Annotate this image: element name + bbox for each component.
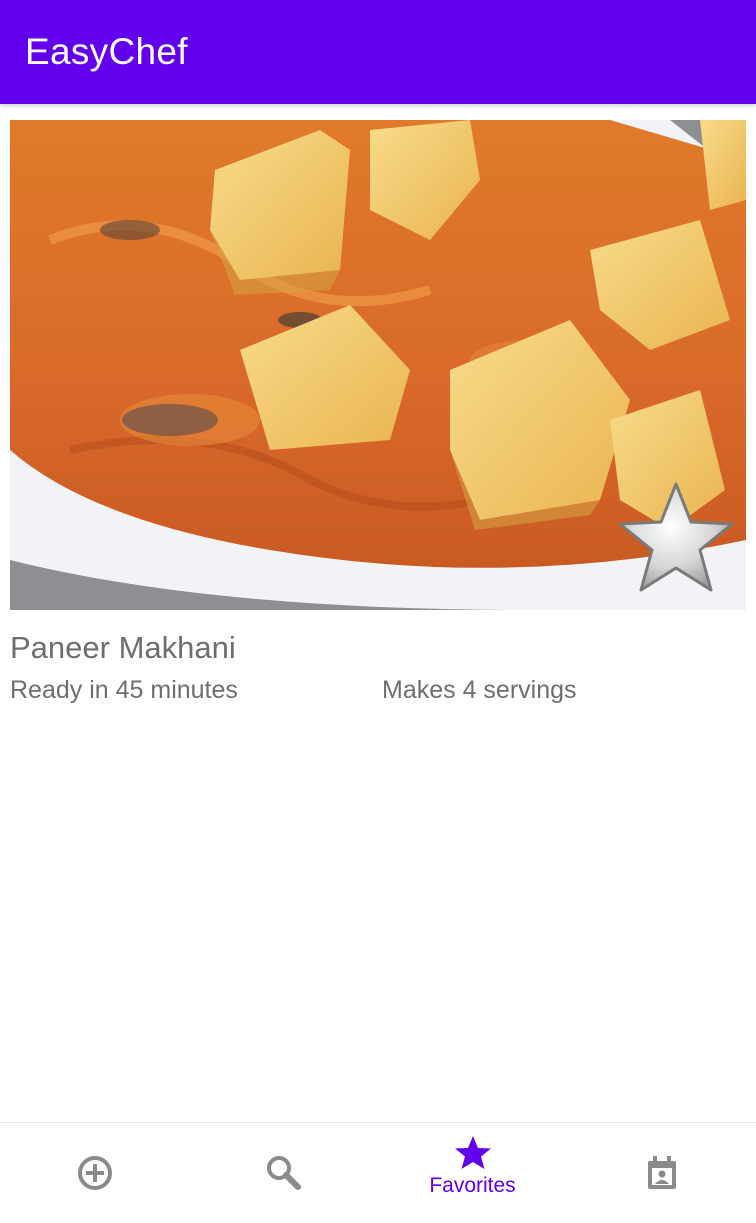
star-icon	[454, 1136, 491, 1169]
ready-time-text: Ready in 45 minutes	[10, 676, 238, 704]
app-title: EasyChef	[25, 31, 188, 72]
top-app-bar: EasyChef	[0, 0, 756, 104]
recipe-meta: Ready in 45 minutes Makes 4 servings	[10, 676, 746, 716]
nav-item-add[interactable]	[0, 1123, 189, 1223]
nav-item-planner[interactable]	[567, 1123, 756, 1223]
app-screen: EasyChef Paneer Makhani Ready in 45 minu…	[0, 0, 756, 1223]
nav-item-search[interactable]	[189, 1123, 378, 1223]
recipe-card[interactable]: Paneer Makhani Ready in 45 minutes Makes…	[10, 120, 746, 716]
recipe-image[interactable]	[10, 120, 746, 610]
recipe-title: Paneer Makhani	[10, 630, 236, 665]
nav-item-favorites[interactable]: Favorites	[378, 1123, 567, 1223]
servings-text: Makes 4 servings	[382, 676, 577, 704]
favorite-star-icon[interactable]	[616, 480, 736, 596]
search-icon	[266, 1156, 301, 1190]
calendar-icon	[647, 1156, 676, 1189]
bottom-navigation: Favorites	[0, 1122, 756, 1223]
add-circle-icon	[77, 1156, 112, 1190]
nav-label-favorites: Favorites	[429, 1174, 516, 1197]
